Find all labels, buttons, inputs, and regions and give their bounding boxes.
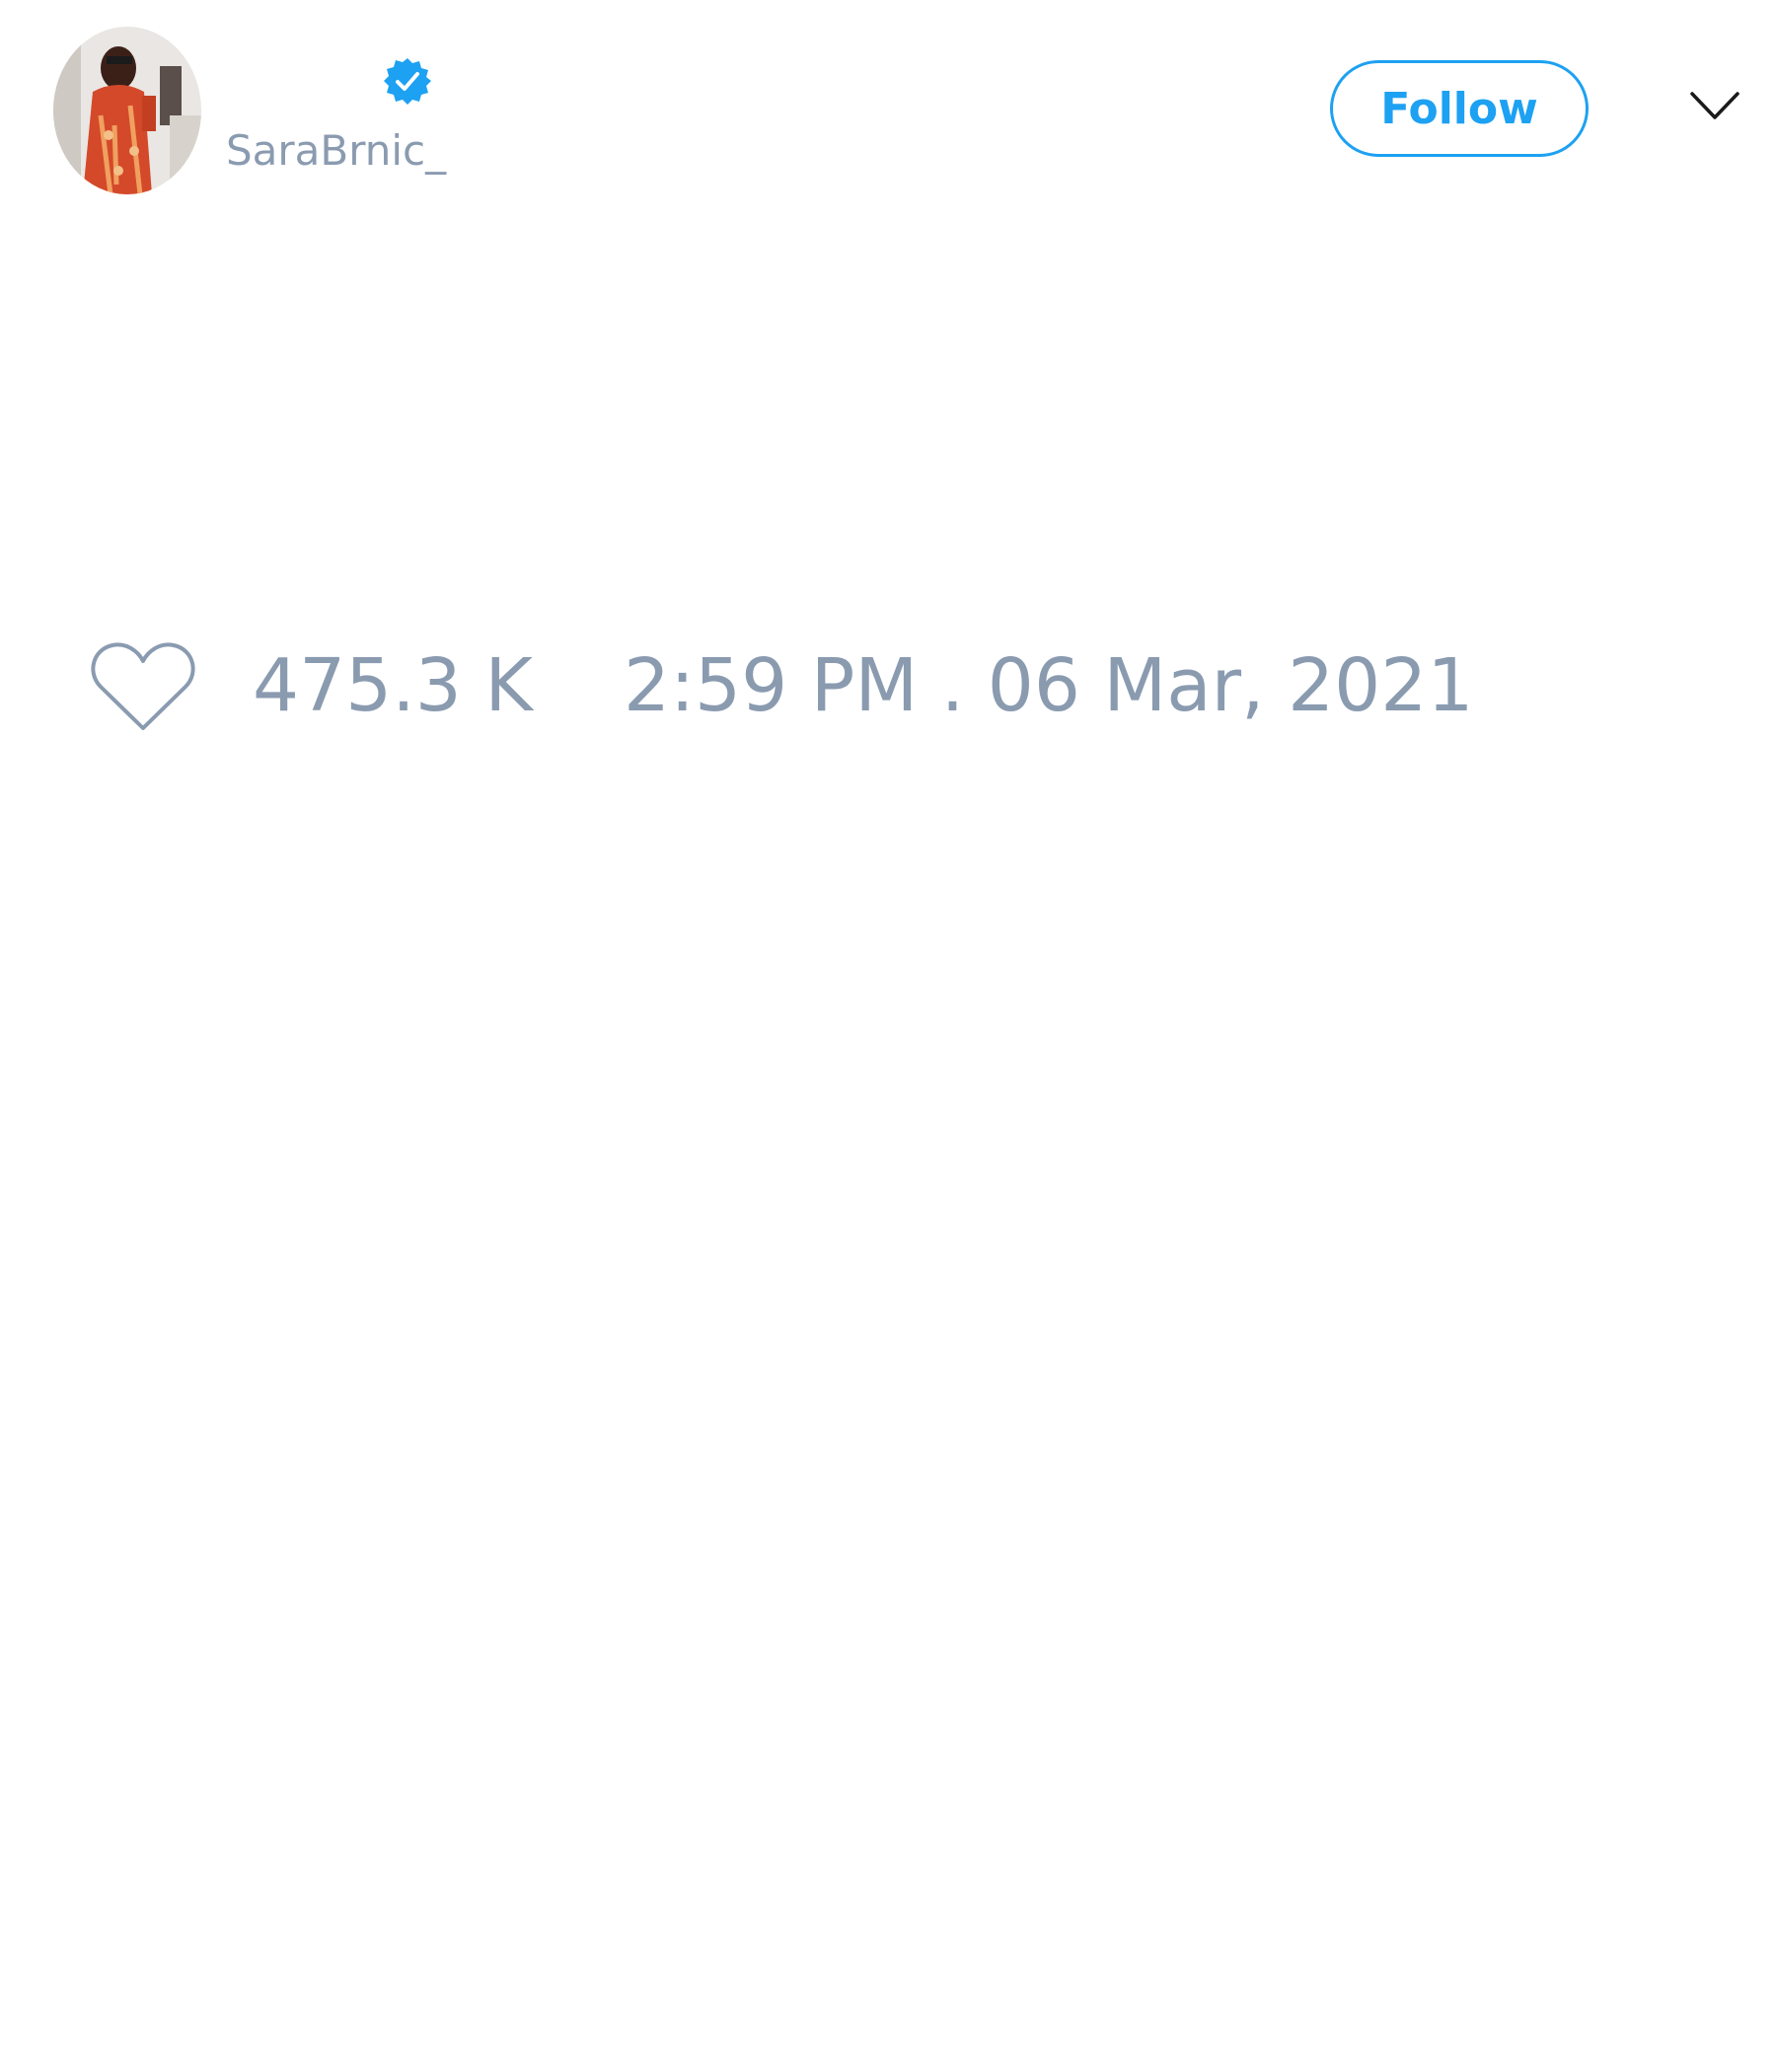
like-count: 475.3 K: [253, 643, 533, 728]
tweet-stats: 475.3 K 2:59 PM . 06 Mar, 2021: [0, 631, 1776, 740]
avatar[interactable]: [53, 27, 201, 194]
follow-button[interactable]: Follow: [1330, 60, 1589, 157]
author-handle[interactable]: SaraBrnic_: [226, 124, 446, 178]
tweet-timestamp[interactable]: 2:59 PM . 06 Mar, 2021: [624, 641, 1473, 730]
heart-outline-icon[interactable]: [89, 639, 197, 734]
chevron-down-icon[interactable]: [1689, 89, 1740, 122]
verified-badge-icon: [383, 56, 432, 106]
avatar-photo: [53, 27, 201, 194]
